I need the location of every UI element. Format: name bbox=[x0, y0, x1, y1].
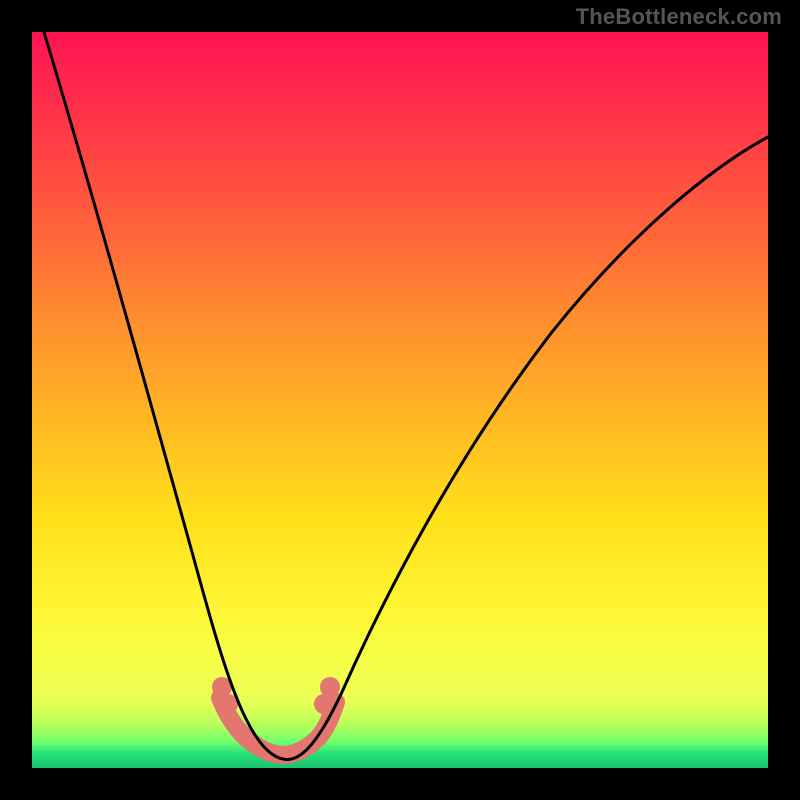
valley-dot bbox=[320, 677, 340, 697]
plot-svg bbox=[32, 32, 768, 768]
bottleneck-plot bbox=[32, 32, 768, 768]
watermark-text: TheBottleneck.com bbox=[576, 4, 782, 30]
chart-frame: TheBottleneck.com bbox=[0, 0, 800, 800]
bottleneck-curve bbox=[44, 32, 768, 760]
